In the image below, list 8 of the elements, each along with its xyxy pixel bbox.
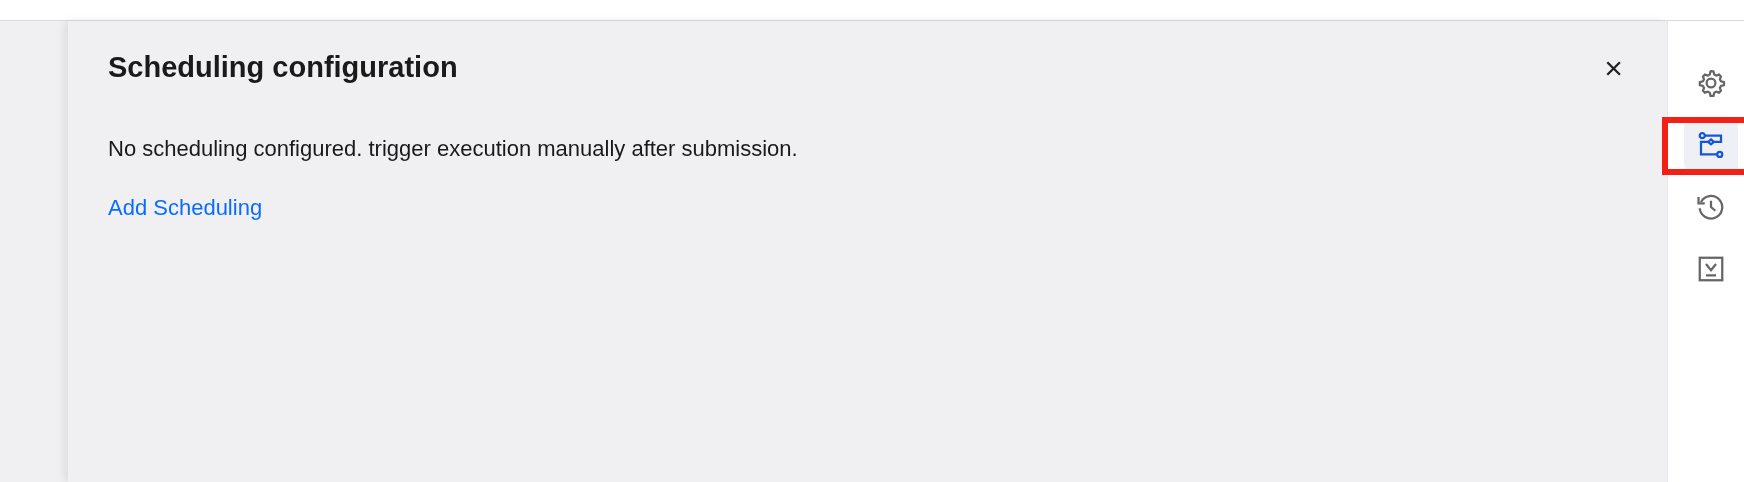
message-text: No scheduling configured. trigger execution manually after submission.	[108, 136, 799, 162]
settings-icon	[1696, 68, 1726, 98]
add-scheduling-link[interactable]: Add Scheduling	[108, 195, 263, 221]
panel-title: Scheduling configuration	[108, 51, 458, 84]
download-icon	[1696, 254, 1726, 284]
history-icon	[1696, 192, 1726, 222]
flow-diagram-icon	[1696, 130, 1726, 160]
close-button[interactable]: ×	[1600, 51, 1627, 84]
